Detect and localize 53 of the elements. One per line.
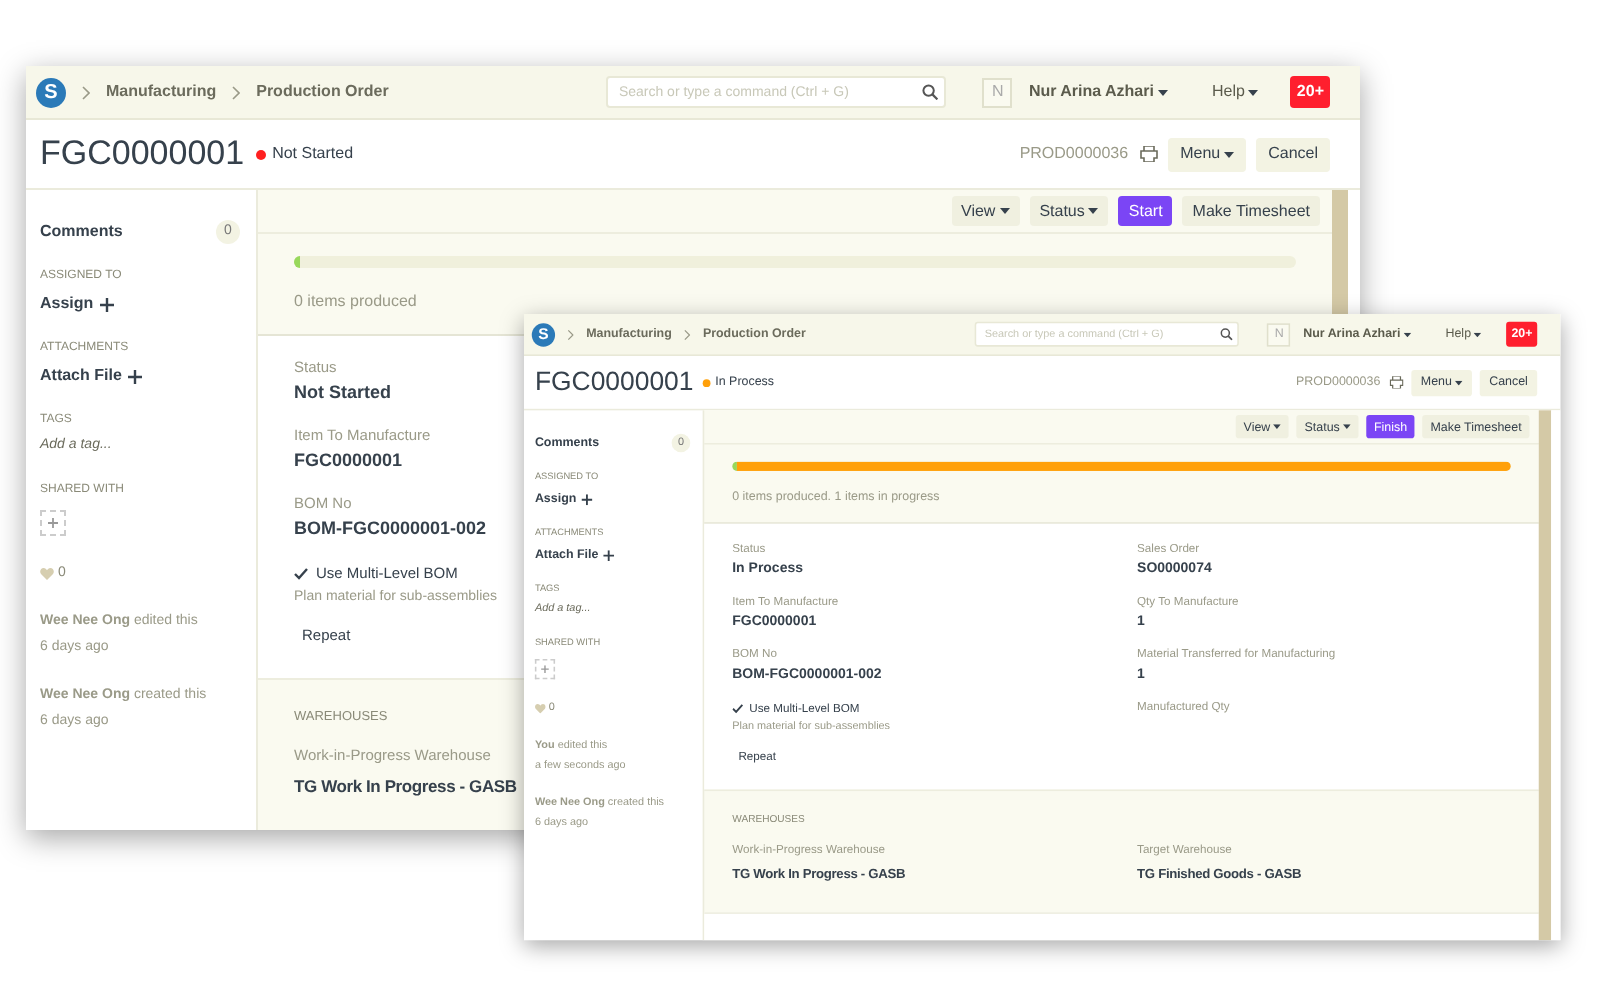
share-add-button[interactable]	[534, 658, 556, 679]
action-button[interactable]: Menu	[1168, 137, 1247, 171]
caret-icon	[1403, 331, 1412, 337]
status-label: Not Started	[272, 142, 354, 166]
heart-icon	[40, 567, 54, 580]
caret-icon	[1224, 151, 1235, 157]
plus-icon	[48, 517, 58, 527]
caret-icon	[1474, 331, 1482, 337]
page-title: FGC0000001	[534, 365, 694, 401]
search-icon	[922, 84, 939, 100]
share-add-button[interactable]	[40, 509, 66, 535]
caret-icon	[999, 208, 1010, 214]
comments-label: Comments	[40, 220, 123, 244]
field-value: TG Work In Progress - GASB	[294, 774, 517, 800]
plus-icon	[99, 297, 114, 311]
attach-file-button[interactable]: Attach File	[40, 364, 142, 388]
progress-caption: 0 items produced	[294, 290, 417, 314]
caret-icon	[1455, 380, 1463, 385]
chevron-right-icon	[567, 328, 574, 340]
chevron-right-icon	[684, 328, 691, 340]
action-button[interactable]: Cancel	[1256, 137, 1330, 171]
plus-icon	[581, 493, 592, 505]
chevron-right-icon	[232, 85, 241, 99]
search-icon	[1220, 328, 1234, 341]
breadcrumb-link[interactable]: Production Order	[256, 80, 389, 104]
plus-icon	[127, 369, 142, 383]
dropdown-button[interactable]: View	[951, 196, 1020, 226]
assign-button[interactable]: Assign	[40, 292, 114, 316]
plus-icon	[541, 664, 549, 673]
caret-icon	[1342, 424, 1351, 429]
plus-icon	[603, 549, 614, 561]
toolbar-button[interactable]: Make Timesheet	[1182, 196, 1320, 226]
help-menu[interactable]: Help	[1211, 80, 1259, 104]
caret-icon	[1157, 89, 1168, 95]
printer-icon	[1140, 146, 1159, 162]
field-value: FGC0000001	[294, 450, 403, 472]
chevron-right-icon	[82, 85, 90, 99]
page-title: FGC0000001	[40, 132, 245, 177]
heart-icon	[534, 703, 546, 713]
caret-icon	[1088, 208, 1099, 214]
primary-button[interactable]: Start	[1118, 196, 1173, 226]
dropdown-button[interactable]: Status	[1029, 196, 1109, 226]
field-value: Not Started	[294, 382, 392, 404]
caret-icon	[1248, 89, 1259, 95]
notification-badge[interactable]: 20+	[1290, 76, 1330, 108]
user-avatar: N	[982, 77, 1013, 107]
caret-icon	[1273, 424, 1282, 429]
printer-icon	[1389, 376, 1404, 389]
user-menu[interactable]: Nur Arina Azhari	[1028, 80, 1168, 104]
breadcrumb-link[interactable]: Manufacturing	[106, 80, 217, 104]
app-logo[interactable]: S	[36, 77, 66, 107]
document-id: PROD0000036	[1019, 142, 1129, 166]
field-value: BOM-FGC0000001-002	[294, 518, 487, 540]
